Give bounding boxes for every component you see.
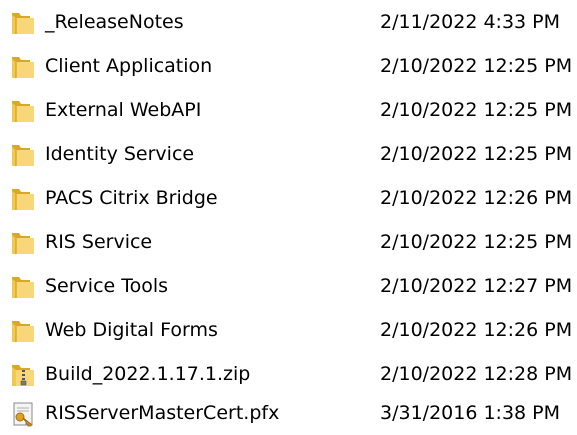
date-modified: 2/11/2022 4:33 PM xyxy=(380,11,561,33)
file-name: Service Tools xyxy=(45,275,169,297)
folder-icon xyxy=(8,141,38,169)
certificate-file-icon xyxy=(8,400,38,428)
file-row[interactable]: Client Application 2/10/2022 12:25 PM xyxy=(0,46,577,86)
folder-icon xyxy=(8,273,38,301)
folder-icon xyxy=(8,53,38,81)
date-modified: 2/10/2022 12:26 PM xyxy=(380,319,573,341)
date-modified: 2/10/2022 12:26 PM xyxy=(380,187,573,209)
date-modified: 2/10/2022 12:27 PM xyxy=(380,275,573,297)
file-row[interactable]: External WebAPI 2/10/2022 12:25 PM xyxy=(0,90,577,130)
file-name: Client Application xyxy=(45,55,213,77)
folder-icon xyxy=(8,229,38,257)
date-modified: 2/10/2022 12:28 PM xyxy=(380,363,573,385)
file-row[interactable]: _ReleaseNotes 2/11/2022 4:33 PM xyxy=(0,2,577,42)
date-modified: 2/10/2022 12:25 PM xyxy=(380,143,573,165)
folder-icon xyxy=(8,185,38,213)
zip-folder-icon xyxy=(8,361,38,389)
folder-icon xyxy=(8,97,38,125)
file-name: RIS Service xyxy=(45,231,153,253)
folder-icon xyxy=(8,9,38,37)
file-row[interactable]: Identity Service 2/10/2022 12:25 PM xyxy=(0,134,577,174)
date-modified: 2/10/2022 12:25 PM xyxy=(380,99,573,121)
file-name: Web Digital Forms xyxy=(45,319,218,341)
file-row[interactable]: RIS Service 2/10/2022 12:25 PM xyxy=(0,222,577,262)
file-row[interactable]: Web Digital Forms 2/10/2022 12:26 PM xyxy=(0,310,577,350)
file-row[interactable]: PACS Citrix Bridge 2/10/2022 12:26 PM xyxy=(0,178,577,218)
file-name: RISServerMasterCert.pfx xyxy=(45,402,280,424)
file-name: Build_2022.1.17.1.zip xyxy=(45,363,251,385)
date-modified: 3/31/2016 1:38 PM xyxy=(380,402,561,424)
file-name: Identity Service xyxy=(45,143,195,165)
date-modified: 2/10/2022 12:25 PM xyxy=(380,55,573,77)
file-row[interactable]: Service Tools 2/10/2022 12:27 PM xyxy=(0,266,577,306)
folder-icon xyxy=(8,317,38,345)
file-list: _ReleaseNotes 2/11/2022 4:33 PM Client A… xyxy=(0,0,577,435)
file-name: _ReleaseNotes xyxy=(45,11,184,33)
date-modified: 2/10/2022 12:25 PM xyxy=(380,231,573,253)
file-row[interactable]: Build_2022.1.17.1.zip 2/10/2022 12:28 PM xyxy=(0,354,577,394)
file-name: External WebAPI xyxy=(45,99,202,121)
file-name: PACS Citrix Bridge xyxy=(45,187,218,209)
file-row[interactable]: RISServerMasterCert.pfx 3/31/2016 1:38 P… xyxy=(0,393,577,433)
